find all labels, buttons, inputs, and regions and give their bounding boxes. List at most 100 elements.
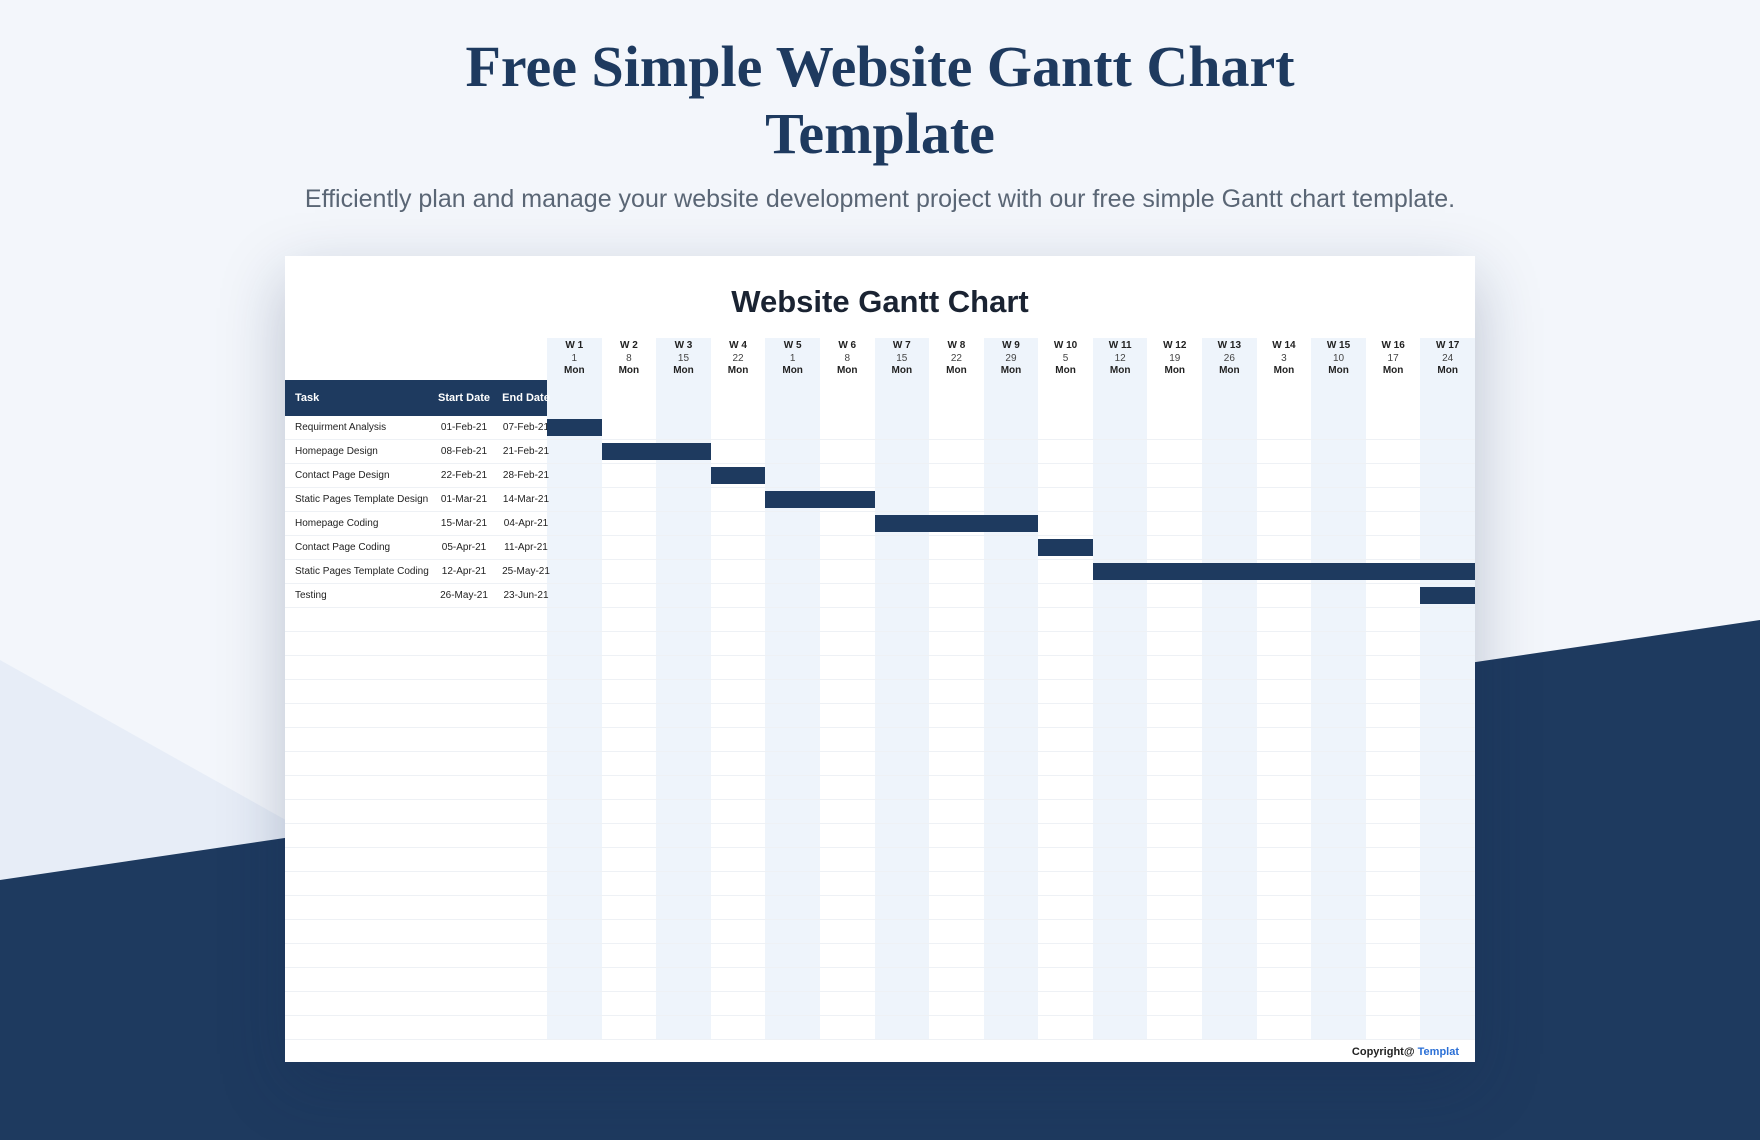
empty-cell (547, 704, 602, 728)
empty-cell (984, 968, 1039, 992)
header-cell-blank (1038, 380, 1093, 416)
gantt-cell (711, 488, 766, 512)
sheet-title: Website Gantt Chart (285, 284, 1475, 320)
header-cell-blank (820, 380, 875, 416)
gantt-cell (1311, 584, 1366, 608)
empty-cell (1202, 896, 1257, 920)
week-header: W 1617Mon (1366, 338, 1421, 380)
empty-cell (1202, 848, 1257, 872)
week-day: Mon (984, 365, 1039, 378)
empty-cell (1202, 704, 1257, 728)
week-date: 22 (711, 353, 766, 366)
empty-cell (1366, 944, 1421, 968)
gantt-cell (711, 464, 766, 488)
gantt-cell (1093, 464, 1148, 488)
gantt-bar (929, 515, 984, 532)
empty-cell (1093, 920, 1148, 944)
empty-cell (547, 800, 602, 824)
empty-cell (1038, 1016, 1093, 1040)
col-start: Start Date (433, 392, 495, 404)
gantt-cell (929, 488, 984, 512)
gantt-bar (656, 443, 711, 460)
empty-cell (1093, 800, 1148, 824)
empty-cell (1311, 968, 1366, 992)
empty-cell (1038, 992, 1093, 1016)
empty-cell (547, 728, 602, 752)
gantt-cell (1147, 464, 1202, 488)
empty-cell (875, 728, 930, 752)
empty-cell (765, 848, 820, 872)
week-day: Mon (1202, 365, 1257, 378)
week-label: W 12 (1147, 340, 1202, 353)
gantt-cell (984, 536, 1039, 560)
empty-cell (1311, 824, 1366, 848)
empty-cell (1366, 896, 1421, 920)
empty-cell (1038, 944, 1093, 968)
task-name: Testing (295, 590, 433, 601)
empty-cell (656, 680, 711, 704)
gantt-cell (875, 584, 930, 608)
empty-cell (1038, 632, 1093, 656)
gantt-cell (1202, 512, 1257, 536)
empty-cell (547, 1016, 602, 1040)
copyright-link[interactable]: Templat (1418, 1046, 1459, 1058)
empty-cell (1311, 800, 1366, 824)
week-day: Mon (711, 365, 766, 378)
gantt-cell (1038, 488, 1093, 512)
empty-row-label (285, 1016, 547, 1040)
empty-cell (656, 992, 711, 1016)
week-day: Mon (547, 365, 602, 378)
week-label: W 1 (547, 340, 602, 353)
empty-cell (929, 752, 984, 776)
task-row-label: Contact Page Design22-Feb-2128-Feb-21 (285, 464, 547, 488)
empty-cell (875, 608, 930, 632)
empty-cell (929, 608, 984, 632)
empty-cell (875, 896, 930, 920)
empty-cell (1311, 632, 1366, 656)
gantt-cell (929, 464, 984, 488)
empty-cell (547, 848, 602, 872)
empty-cell (875, 656, 930, 680)
week-label: W 13 (1202, 340, 1257, 353)
week-label: W 17 (1420, 340, 1475, 353)
empty-cell (711, 920, 766, 944)
gantt-cell (1257, 584, 1312, 608)
gantt-cell (1311, 512, 1366, 536)
empty-cell (1366, 848, 1421, 872)
gantt-cell (820, 536, 875, 560)
empty-cell (656, 968, 711, 992)
gantt-cell (656, 536, 711, 560)
copyright-prefix: Copyright@ (1352, 1046, 1418, 1058)
header-cell-blank (1147, 380, 1202, 416)
header-cell-blank (765, 380, 820, 416)
empty-cell (656, 632, 711, 656)
header-cell-blank (1202, 380, 1257, 416)
empty-cell (765, 608, 820, 632)
empty-cell (1202, 656, 1257, 680)
empty-cell (1311, 752, 1366, 776)
empty-cell (711, 824, 766, 848)
empty-cell (765, 776, 820, 800)
empty-cell (1257, 872, 1312, 896)
task-name: Requirment Analysis (295, 422, 433, 433)
task-header: TaskStart DateEnd Date (285, 380, 547, 416)
empty-cell (1147, 608, 1202, 632)
empty-cell (1420, 728, 1475, 752)
empty-row-label (285, 656, 547, 680)
empty-cell (1257, 632, 1312, 656)
page-title: Free Simple Website Gantt Chart Template (380, 0, 1380, 167)
empty-cell (820, 680, 875, 704)
empty-cell (1093, 752, 1148, 776)
empty-cell (984, 728, 1039, 752)
task-name: Contact Page Coding (295, 542, 433, 553)
empty-cell (547, 824, 602, 848)
gantt-cell (1420, 416, 1475, 440)
week-header: W 51Mon (765, 338, 820, 380)
empty-cell (711, 632, 766, 656)
gantt-cell (547, 512, 602, 536)
empty-cell (765, 728, 820, 752)
gantt-cell (1420, 536, 1475, 560)
empty-cell (1202, 872, 1257, 896)
task-name: Homepage Coding (295, 518, 433, 529)
week-day: Mon (820, 365, 875, 378)
